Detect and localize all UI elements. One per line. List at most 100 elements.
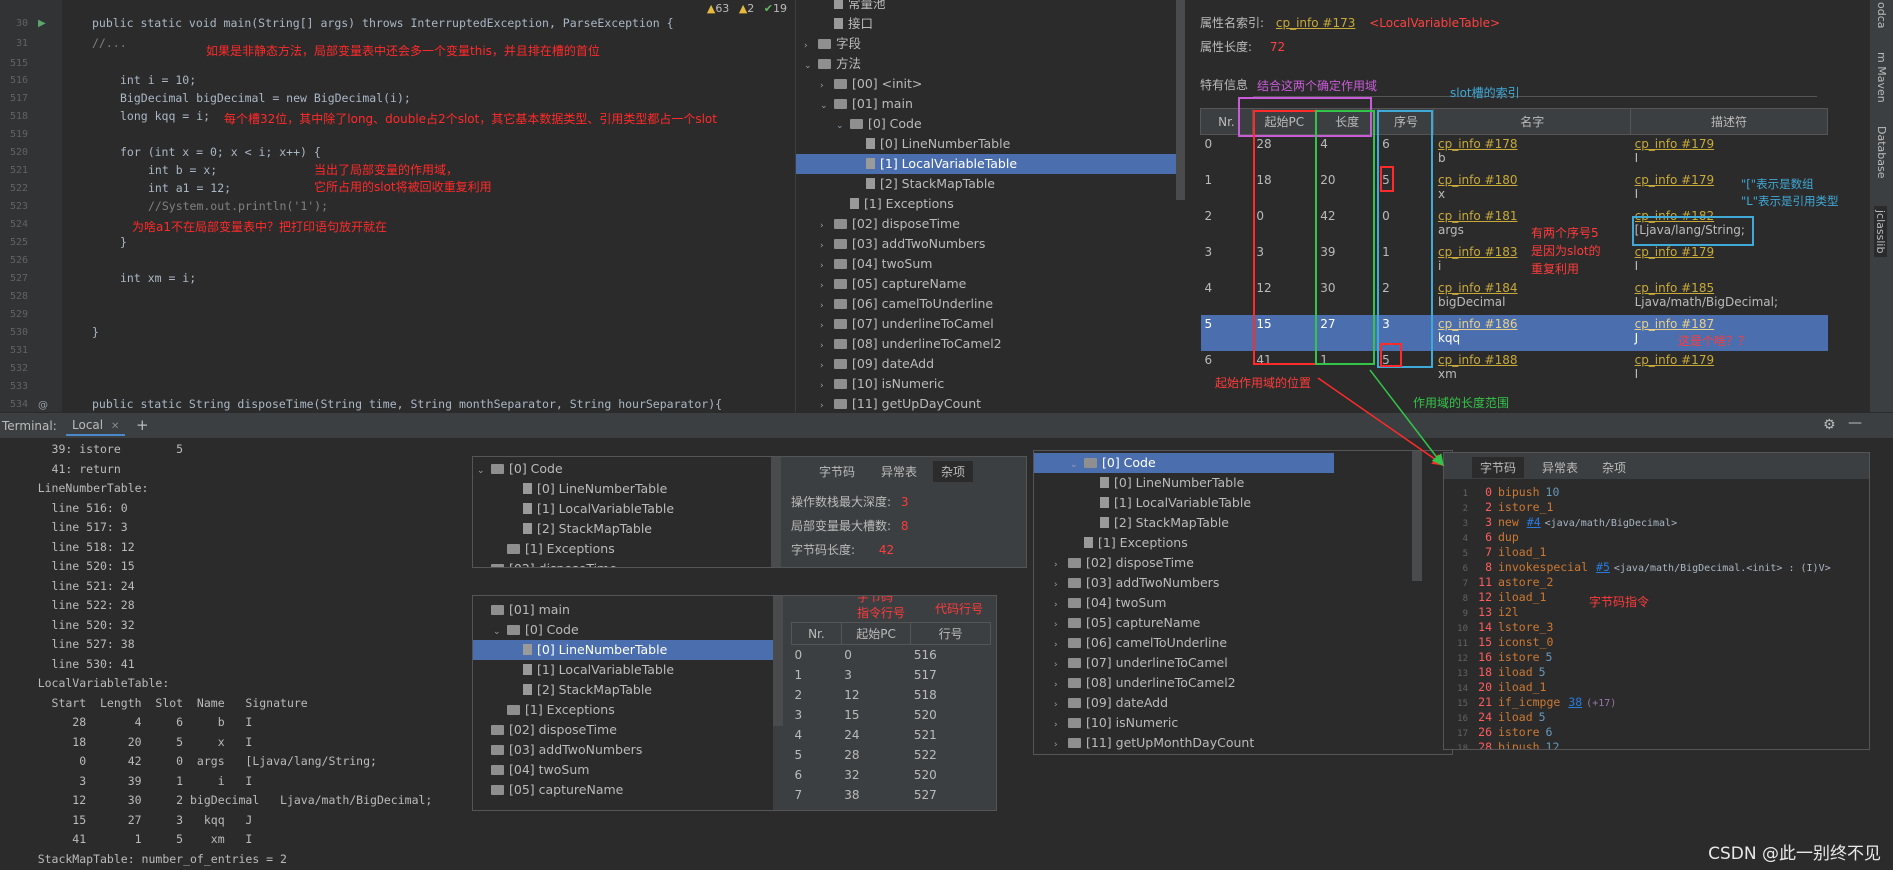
lnt-tree[interactable]: [01] main ⌄ [0] Code [0] LineNumberTable [1]… bbox=[473, 596, 773, 810]
cp-link[interactable]: cp_info #187 bbox=[1635, 317, 1824, 331]
bytecode-line[interactable]: 13 18 iload 5 bbox=[1444, 665, 1552, 679]
chevron-icon[interactable]: › bbox=[1054, 655, 1068, 675]
chevron-icon[interactable]: › bbox=[820, 356, 834, 376]
cp-link[interactable]: cp_info #185 bbox=[1635, 281, 1824, 295]
chevron-icon[interactable]: › bbox=[820, 276, 834, 296]
cp-link[interactable]: cp_info #180 bbox=[1438, 173, 1627, 187]
chevron-icon[interactable]: › bbox=[1054, 575, 1068, 595]
tree-node[interactable]: ⌄ [0] Code bbox=[493, 620, 579, 640]
chevron-icon[interactable]: ⌄ bbox=[1070, 455, 1084, 475]
tree-node[interactable]: › [05] captureName bbox=[1054, 613, 1200, 633]
code-editor[interactable]: 30 public static void main(String[] args)… bbox=[0, 0, 795, 412]
tree-node[interactable]: [1] LocalVariableTable bbox=[1086, 493, 1251, 513]
tree-node[interactable]: › [03] addTwoNumbers bbox=[820, 234, 985, 254]
chevron-icon[interactable]: › bbox=[804, 36, 818, 56]
cp-ref-link[interactable]: 38 bbox=[1568, 695, 1582, 709]
tree-node[interactable]: [1] Exceptions bbox=[493, 700, 615, 720]
tree-node[interactable]: [03] addTwoNumbers bbox=[477, 740, 642, 760]
name-index-link[interactable]: cp_info #173 bbox=[1276, 16, 1356, 30]
tree-node[interactable]: › [02] disposeTime bbox=[820, 214, 960, 234]
tree-node[interactable]: [0] LineNumberTable bbox=[1086, 473, 1244, 493]
tree-node[interactable]: [0] LineNumberTable bbox=[509, 479, 667, 499]
tree-node[interactable]: › [00] <init> bbox=[820, 74, 922, 94]
tool-window-jclasslib[interactable]: jclasslib bbox=[1874, 206, 1887, 258]
minimize-icon[interactable]: — bbox=[1848, 415, 1862, 431]
code-line[interactable]: for (int x = 0; x < i; x++) { bbox=[120, 145, 321, 159]
table-row[interactable]: 2 12 518 bbox=[792, 685, 991, 705]
inspection-status[interactable]: ▲63 ▲2 ✔19 bbox=[707, 2, 787, 15]
tree-node[interactable]: › [08] underlineToCamel2 bbox=[1054, 673, 1236, 693]
code-line[interactable]: int i = 10; bbox=[120, 73, 196, 87]
table-row[interactable]: 1 3 517 bbox=[792, 665, 991, 685]
tree-node[interactable]: [01] main bbox=[477, 600, 570, 620]
tree-node[interactable]: [0] LineNumberTable bbox=[473, 640, 773, 660]
chevron-icon[interactable]: › bbox=[1054, 695, 1068, 715]
tree-node[interactable]: › [06] camelToUnderline bbox=[820, 294, 993, 314]
chevron-icon[interactable]: › bbox=[820, 316, 834, 336]
tree-node[interactable]: 接口 bbox=[820, 14, 873, 34]
chevron-icon[interactable]: › bbox=[1054, 715, 1068, 735]
close-icon[interactable]: ✕ bbox=[111, 421, 119, 432]
tree-node[interactable]: › [11] getUpDayCount bbox=[820, 394, 981, 414]
tree-node[interactable]: › [04] twoSum bbox=[820, 254, 932, 274]
bytecode-line[interactable]: 15 21 if_icmpge 38 (+17) bbox=[1444, 695, 1616, 709]
chevron-icon[interactable]: › bbox=[1054, 635, 1068, 655]
tree-node[interactable]: › 字段 bbox=[804, 34, 861, 54]
bytecode-line[interactable]: 14 20 iload_1 bbox=[1444, 680, 1558, 694]
tree-node[interactable]: › [08] underlineToCamel2 bbox=[820, 334, 1002, 354]
bytecode-line[interactable]: 5 7 iload_1 bbox=[1444, 545, 1558, 559]
tree-node[interactable]: › [07] underlineToCamel bbox=[1054, 653, 1228, 673]
bytecode-line[interactable]: 18 28 bipush 12 bbox=[1444, 740, 1565, 749]
tree-node[interactable]: › [09] dateAdd bbox=[820, 354, 934, 374]
tree-node[interactable]: ⌄ 方法 bbox=[804, 54, 861, 74]
tree-node[interactable]: [05] captureName bbox=[477, 780, 623, 800]
bytecode-line[interactable]: 12 16 istore 5 bbox=[1444, 650, 1558, 664]
tree-node[interactable]: [1] LocalVariableTable bbox=[509, 499, 674, 519]
gear-icon[interactable]: ⚙ bbox=[1823, 417, 1836, 433]
tree-node[interactable]: › [03] addTwoNumbers bbox=[1054, 573, 1219, 593]
code-line[interactable]: int a1 = 12; bbox=[148, 181, 231, 195]
chevron-icon[interactable]: ⌄ bbox=[477, 461, 491, 481]
chevron-icon[interactable]: › bbox=[820, 376, 834, 396]
table-row[interactable]: 841530 bbox=[792, 805, 991, 811]
chevron-icon[interactable]: › bbox=[1054, 595, 1068, 615]
chevron-icon[interactable]: ⌄ bbox=[493, 622, 507, 642]
bytecode-line[interactable]: 6 8 invokespecial #5 <java/math/BigDecimal.<… bbox=[1444, 560, 1831, 574]
chevron-icon[interactable]: › bbox=[1054, 675, 1068, 695]
tree-node[interactable]: [1] Exceptions bbox=[1070, 533, 1188, 553]
chevron-icon[interactable]: › bbox=[1054, 735, 1068, 754]
chevron-icon[interactable]: › bbox=[477, 561, 491, 567]
tree-node[interactable]: [2] StackMapTable bbox=[509, 680, 652, 700]
tool-window-maven[interactable]: m Maven bbox=[1875, 52, 1888, 103]
tree-node[interactable]: 常量池 bbox=[820, 0, 886, 14]
column-header[interactable]: 名字 bbox=[1433, 108, 1632, 135]
chevron-icon[interactable]: › bbox=[820, 216, 834, 236]
tree-node[interactable]: ⌄ [0] Code bbox=[1034, 453, 1334, 473]
tool-window-odca[interactable]: odca bbox=[1875, 2, 1888, 29]
tree-node[interactable]: › [05] captureName bbox=[820, 274, 966, 294]
code-line[interactable]: int b = x; bbox=[148, 163, 217, 177]
tree-node[interactable]: › [10] isNumeric bbox=[820, 374, 944, 394]
chevron-icon[interactable]: › bbox=[820, 256, 834, 276]
bytecode-line[interactable]: 3 3 new #4 <java/math/BigDecimal> bbox=[1444, 515, 1678, 529]
bytecode-line[interactable]: 8 12 iload_1 bbox=[1444, 590, 1558, 604]
column-header[interactable]: 行号 bbox=[910, 622, 991, 645]
code-line[interactable]: BigDecimal bigDecimal = new BigDecimal(i… bbox=[120, 91, 411, 105]
cp-link[interactable]: cp_info #179 bbox=[1635, 353, 1824, 367]
chevron-icon[interactable]: › bbox=[820, 296, 834, 316]
table-row[interactable]: 7 38 527 bbox=[792, 785, 991, 805]
bytecode-line[interactable]: 7 11 astore_2 bbox=[1444, 575, 1565, 589]
tree-node[interactable]: › [11] getUpMonthDayCount bbox=[1054, 733, 1254, 753]
cp-link[interactable]: cp_info #179 bbox=[1635, 245, 1824, 259]
cp-link[interactable]: cp_info #188 bbox=[1438, 353, 1627, 367]
bytecode-line[interactable]: 9 13 i2l bbox=[1444, 605, 1531, 619]
add-tab-icon[interactable]: + bbox=[136, 416, 149, 434]
code-line[interactable]: } bbox=[92, 325, 99, 339]
bc-tree-scrollbar[interactable] bbox=[1412, 451, 1422, 581]
cp-link[interactable]: cp_info #186 bbox=[1438, 317, 1627, 331]
tab[interactable]: 异常表 bbox=[1534, 457, 1586, 478]
code-line[interactable]: } bbox=[120, 235, 127, 249]
column-header[interactable]: Nr. bbox=[791, 622, 842, 645]
chevron-icon[interactable]: › bbox=[1054, 615, 1068, 635]
lnt-tree-scrollbar[interactable] bbox=[773, 596, 783, 726]
